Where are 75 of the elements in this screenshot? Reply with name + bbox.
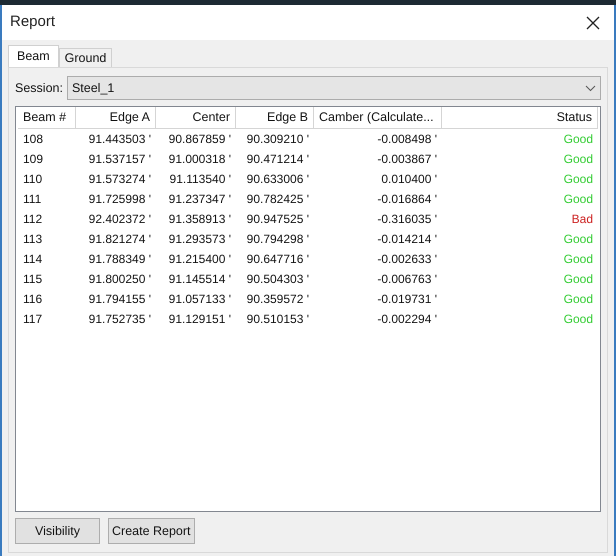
table-cell-text: 90.633006 ' — [246, 171, 310, 188]
column-header[interactable]: Edge B — [236, 107, 314, 128]
table-cell-text: 91.237347 ' — [168, 191, 232, 208]
status-text: Good — [564, 191, 593, 208]
table-cell-text: 90.359572 ' — [246, 291, 310, 308]
close-icon[interactable] — [586, 16, 600, 30]
column-header[interactable]: Status — [442, 107, 598, 128]
table-cell-text: 90.471214 ' — [246, 151, 310, 168]
table-cell-text: 91.788349 ' — [88, 251, 152, 268]
table-cell-text: 90.504303 ' — [246, 271, 310, 288]
table-cell-text: 91.000318 ' — [168, 151, 232, 168]
table-cell-text: -0.003867 ' — [376, 151, 438, 168]
table-cell-text: 91.129151 ' — [168, 311, 232, 328]
table-cell-text: 90.647716 ' — [246, 251, 310, 268]
action-button[interactable]: Visibility — [15, 518, 100, 544]
table-cell-text: 90.867859 ' — [168, 131, 232, 148]
tab[interactable]: Beam — [8, 45, 59, 67]
table-cell-text: 91.145514 ' — [168, 271, 232, 288]
status-text: Good — [564, 131, 593, 148]
table-cell-text: -0.006763 ' — [376, 271, 438, 288]
tab[interactable]: Ground — [58, 48, 112, 67]
table-cell-text: 91.358913 ' — [168, 211, 232, 228]
table-cell-text: -0.316035 ' — [376, 211, 438, 228]
table-cell-text: 114 — [22, 251, 44, 268]
table-cell-text: 91.725998 ' — [88, 191, 152, 208]
table-cell-text: -0.002633 ' — [376, 251, 438, 268]
status-text: Good — [564, 171, 593, 188]
table-cell-text: 91.537157 ' — [88, 151, 152, 168]
table-cell-text: 91.057133 ' — [168, 291, 232, 308]
table-cell-text: 111 — [22, 191, 42, 208]
table-cell-text: 90.782425 ' — [246, 191, 310, 208]
table-cell-text: 91.215400 ' — [168, 251, 232, 268]
table-cell-text: 90.794298 ' — [246, 231, 310, 248]
table-cell-text: 91.293573 ' — [168, 231, 232, 248]
table-cell-text: 0.010400 ' — [380, 171, 438, 188]
status-text: Good — [564, 291, 593, 308]
table-cell-text: 108 — [22, 131, 44, 148]
table-cell-text: 109 — [22, 151, 44, 168]
table-cell-text: 91.821274 ' — [88, 231, 152, 248]
table-cell-text: 91.573274 ' — [88, 171, 152, 188]
status-text: Bad — [572, 211, 593, 228]
table-cell-text: 90.510153 ' — [246, 311, 310, 328]
column-header[interactable]: Center — [156, 107, 236, 128]
table-cell-text: -0.016864 ' — [376, 191, 438, 208]
table-cell-text: 92.402372 ' — [88, 211, 152, 228]
table-cell-text: -0.014214 ' — [376, 231, 438, 248]
table-cell-text: 116 — [22, 291, 44, 308]
table-cell-text: 91.794155 ' — [88, 291, 152, 308]
table-cell-text: 110 — [22, 171, 44, 188]
table-cell-text: 91.443503 ' — [88, 131, 152, 148]
window-title: Report — [10, 12, 56, 32]
status-text: Good — [564, 151, 593, 168]
session-dropdown[interactable]: Steel_1 — [66, 76, 601, 100]
table-cell-text: -0.002294 ' — [376, 311, 438, 328]
table-cell-text: 91.113540 ' — [168, 171, 232, 188]
table-cell-text: -0.019731 ' — [376, 291, 438, 308]
column-header[interactable]: Camber (Calculate... — [314, 107, 442, 128]
table-cell-text: 90.947525 ' — [246, 211, 310, 228]
status-text: Good — [564, 271, 593, 288]
column-header[interactable]: Beam # — [18, 107, 76, 128]
status-text: Good — [564, 231, 593, 248]
status-text: Good — [564, 311, 593, 328]
table-cell-text: -0.008498 ' — [376, 131, 438, 148]
action-button[interactable]: Create Report — [108, 518, 195, 544]
table-cell-text: 91.800250 ' — [88, 271, 152, 288]
column-header[interactable]: Edge A — [76, 107, 156, 128]
table-cell-text: 113 — [22, 231, 44, 248]
table-cell-text: 112 — [22, 211, 44, 228]
session-label: Session: — [15, 80, 63, 97]
table-cell-text: 115 — [22, 271, 44, 288]
table-cell-text: 117 — [22, 311, 44, 328]
status-text: Good — [564, 251, 593, 268]
chevron-down-icon — [585, 84, 596, 92]
table-cell-text: 91.752735 ' — [88, 311, 152, 328]
table-cell-text: 90.309210 ' — [246, 131, 310, 148]
